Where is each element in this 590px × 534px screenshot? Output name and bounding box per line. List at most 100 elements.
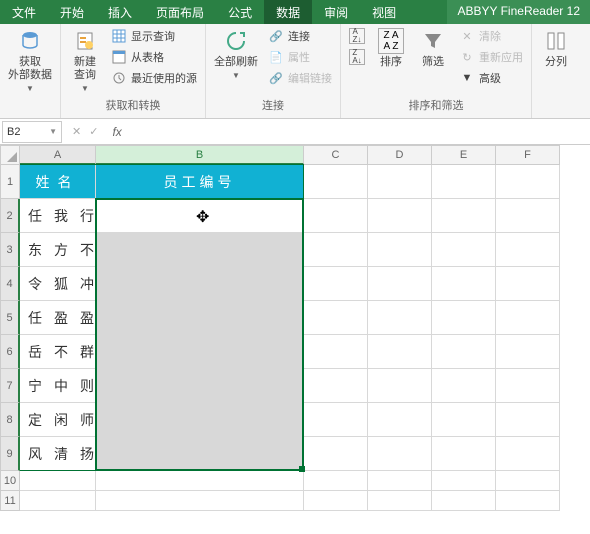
table-header-cell[interactable]: 员工编号 — [96, 165, 304, 199]
cell[interactable] — [496, 471, 560, 491]
cell[interactable] — [304, 199, 368, 233]
sort-asc-button[interactable]: AZ↓ — [345, 26, 369, 46]
cell[interactable] — [96, 199, 304, 233]
cells-area[interactable]: 姓名 员工编号 任我行 东方不败 令狐冲 任盈盈 岳不群 宁中则 定闲师太 风清… — [20, 165, 590, 511]
cell[interactable]: 岳不群 — [20, 335, 96, 369]
cell[interactable]: 东方不败 — [20, 233, 96, 267]
cell[interactable] — [96, 491, 304, 511]
row-header[interactable]: 6 — [0, 335, 20, 369]
cell[interactable] — [96, 233, 304, 267]
cell[interactable] — [304, 369, 368, 403]
cell[interactable] — [20, 491, 96, 511]
tab-insert[interactable]: 插入 — [96, 0, 144, 24]
cell[interactable] — [432, 199, 496, 233]
cell[interactable] — [432, 165, 496, 199]
row-header[interactable]: 5 — [0, 301, 20, 335]
cell[interactable] — [368, 403, 432, 437]
tab-data[interactable]: 数据 — [264, 0, 312, 24]
tab-file[interactable]: 文件 — [0, 0, 48, 24]
get-external-data-button[interactable]: 获取 外部数据 ▼ — [4, 26, 56, 95]
tab-home[interactable]: 开始 — [48, 0, 96, 24]
row-header[interactable]: 10 — [0, 471, 20, 491]
cell[interactable] — [368, 199, 432, 233]
edit-links-button[interactable]: 🔗编辑链接 — [264, 68, 336, 88]
row-header[interactable]: 1 — [0, 165, 20, 199]
cell[interactable] — [96, 335, 304, 369]
cell[interactable] — [20, 471, 96, 491]
cell[interactable] — [368, 491, 432, 511]
cell[interactable]: 令狐冲 — [20, 267, 96, 301]
col-header[interactable]: B — [96, 145, 304, 165]
row-header[interactable]: 8 — [0, 403, 20, 437]
table-header-cell[interactable]: 姓名 — [20, 165, 96, 199]
name-box[interactable]: B2▼ — [2, 121, 62, 143]
cell[interactable] — [432, 233, 496, 267]
cell[interactable] — [432, 369, 496, 403]
cell[interactable] — [496, 369, 560, 403]
advanced-filter-button[interactable]: ▼高级 — [455, 68, 527, 88]
cell[interactable] — [432, 301, 496, 335]
tab-review[interactable]: 审阅 — [312, 0, 360, 24]
col-header[interactable]: C — [304, 145, 368, 165]
text-to-columns-button[interactable]: 分列 — [536, 26, 576, 71]
row-header[interactable]: 3 — [0, 233, 20, 267]
cell[interactable]: 宁中则 — [20, 369, 96, 403]
sort-desc-button[interactable]: ZA↓ — [345, 47, 369, 67]
connections-button[interactable]: 🔗连接 — [264, 26, 336, 46]
col-header[interactable]: A — [20, 145, 96, 165]
select-all-corner[interactable] — [0, 145, 20, 165]
cell[interactable] — [96, 301, 304, 335]
row-header[interactable]: 11 — [0, 491, 20, 511]
reapply-button[interactable]: ↻重新应用 — [455, 47, 527, 67]
cell[interactable] — [432, 437, 496, 471]
cell[interactable] — [304, 403, 368, 437]
from-table-button[interactable]: 从表格 — [107, 47, 201, 67]
cell[interactable] — [304, 491, 368, 511]
cell[interactable] — [368, 165, 432, 199]
properties-button[interactable]: 📄属性 — [264, 47, 336, 67]
cell[interactable] — [496, 491, 560, 511]
show-query-button[interactable]: 显示查询 — [107, 26, 201, 46]
cell[interactable] — [96, 369, 304, 403]
cell[interactable] — [304, 267, 368, 301]
cell[interactable] — [496, 335, 560, 369]
cell[interactable] — [496, 403, 560, 437]
cell[interactable] — [368, 369, 432, 403]
sort-button[interactable]: Z AA Z 排序 — [371, 26, 411, 71]
cell[interactable] — [96, 437, 304, 471]
row-header[interactable]: 9 — [0, 437, 20, 471]
cell[interactable] — [368, 335, 432, 369]
cell[interactable] — [304, 165, 368, 199]
cell[interactable] — [432, 335, 496, 369]
clear-filter-button[interactable]: ✕清除 — [455, 26, 527, 46]
cell[interactable]: 任我行 — [20, 199, 96, 233]
refresh-all-button[interactable]: 全部刷新 ▼ — [210, 26, 262, 82]
cell[interactable] — [496, 437, 560, 471]
filter-button[interactable]: 筛选 — [413, 26, 453, 71]
cell[interactable] — [368, 233, 432, 267]
cell[interactable] — [304, 233, 368, 267]
cell[interactable] — [432, 471, 496, 491]
cell[interactable]: 任盈盈 — [20, 301, 96, 335]
cell[interactable] — [368, 301, 432, 335]
recent-sources-button[interactable]: 最近使用的源 — [107, 68, 201, 88]
cell[interactable] — [304, 471, 368, 491]
row-header[interactable]: 4 — [0, 267, 20, 301]
cell[interactable] — [496, 199, 560, 233]
cell[interactable] — [368, 471, 432, 491]
cell[interactable] — [304, 301, 368, 335]
col-header[interactable]: F — [496, 145, 560, 165]
cell[interactable] — [96, 267, 304, 301]
tab-layout[interactable]: 页面布局 — [144, 0, 216, 24]
cell[interactable] — [432, 491, 496, 511]
cell[interactable] — [496, 233, 560, 267]
cell[interactable] — [432, 267, 496, 301]
fx-icon[interactable]: fx — [106, 125, 127, 139]
cell[interactable] — [368, 437, 432, 471]
cell[interactable] — [496, 301, 560, 335]
tab-formula[interactable]: 公式 — [216, 0, 264, 24]
col-header[interactable]: D — [368, 145, 432, 165]
cell[interactable] — [496, 165, 560, 199]
tab-view[interactable]: 视图 — [360, 0, 408, 24]
cell[interactable] — [496, 267, 560, 301]
